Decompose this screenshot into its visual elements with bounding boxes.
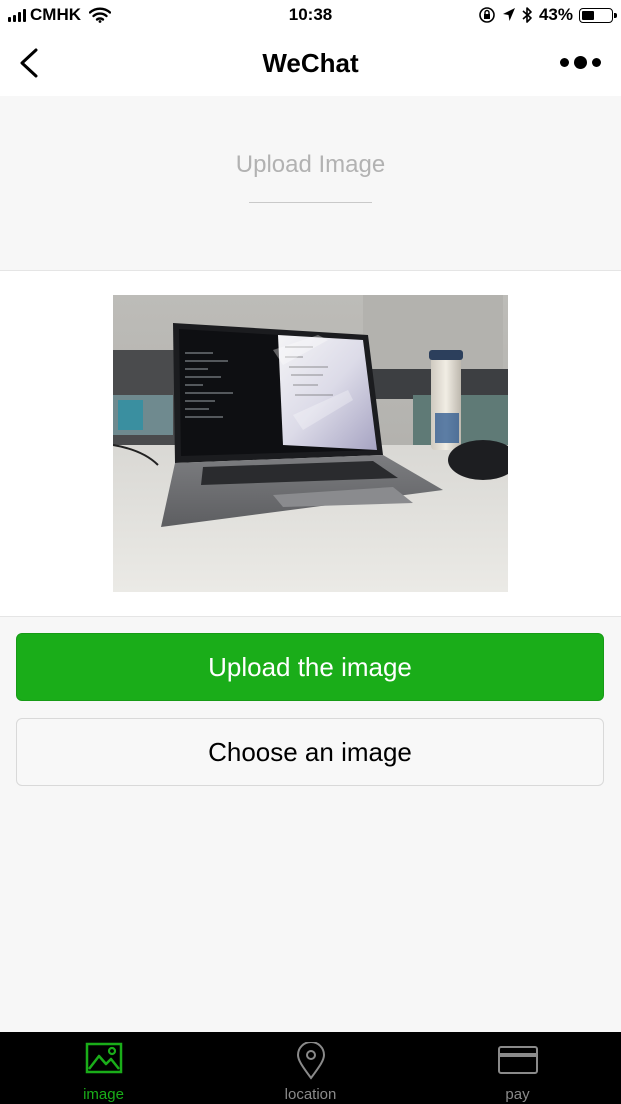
battery-percent: 43%	[538, 5, 573, 24]
orientation-lock-icon	[479, 7, 495, 23]
location-pin-icon	[296, 1042, 325, 1080]
status-right: 43%	[478, 5, 617, 25]
header-title: Upload Image	[235, 151, 386, 178]
location-arrow-icon	[502, 8, 515, 21]
image-preview-panel	[0, 271, 621, 617]
more-dot-icon	[560, 58, 569, 67]
tab-label-pay: pay	[505, 1086, 530, 1103]
more-button[interactable]	[560, 56, 601, 69]
battery-fill	[582, 10, 594, 20]
laptop-photo-illustration	[113, 295, 508, 592]
more-dot-icon	[592, 58, 601, 67]
image-icon	[85, 1042, 122, 1074]
page-title: WeChat	[262, 48, 359, 78]
tab-label-location: location	[284, 1086, 337, 1103]
card-icon	[497, 1046, 538, 1074]
upload-header: Upload Image	[0, 96, 621, 271]
tab-pay[interactable]: pay	[414, 1032, 621, 1104]
choose-image-button[interactable]: Choose an image	[16, 718, 604, 786]
status-bar: CMHK 10:38 43%	[0, 0, 621, 32]
tab-location[interactable]: location	[207, 1032, 414, 1104]
upload-image-button[interactable]: Upload the image	[16, 633, 604, 701]
tab-label-image: image	[83, 1086, 124, 1103]
bluetooth-icon	[522, 7, 532, 23]
preview-photo[interactable]	[113, 295, 508, 592]
nav-bar: WeChat	[0, 32, 621, 96]
tab-bar: image location pay	[0, 1032, 621, 1104]
tab-image[interactable]: image	[0, 1032, 207, 1104]
more-dot-icon	[574, 56, 587, 69]
battery-icon	[579, 7, 617, 23]
header-divider	[249, 202, 372, 203]
